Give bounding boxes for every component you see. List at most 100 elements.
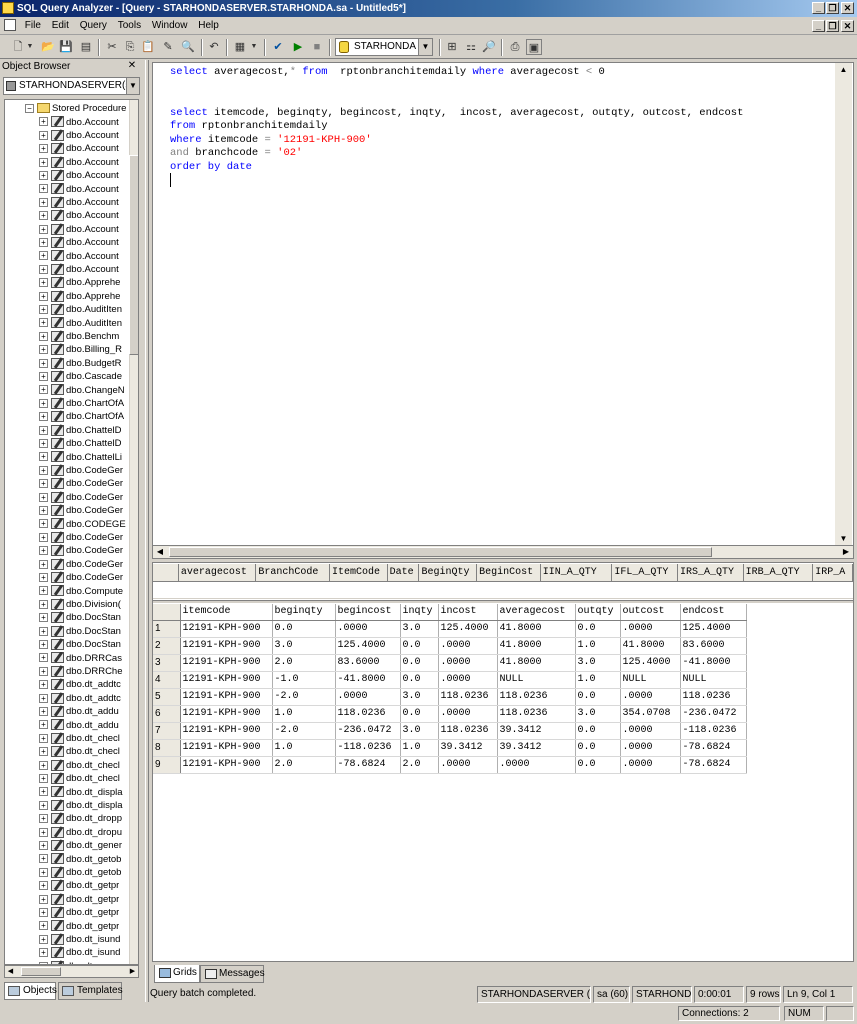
expand-icon[interactable]: + — [39, 144, 48, 154]
tree-item-stored-procedure[interactable]: + dbo.dt_getpr — [39, 920, 119, 933]
tree-item-stored-procedure[interactable]: + dbo.CodeGer — [39, 477, 123, 490]
expand-icon[interactable]: + — [39, 626, 48, 636]
collapse-icon[interactable]: − — [25, 103, 34, 113]
scroll-up-icon[interactable]: ▲ — [835, 63, 852, 77]
scroll-left-icon[interactable]: ◀ — [5, 966, 16, 977]
expand-icon[interactable]: + — [39, 238, 48, 248]
tree-item-stored-procedure[interactable]: + dbo.Account — [39, 156, 119, 169]
editor-horizontal-scrollbar[interactable]: ◀ ▶ — [152, 545, 854, 559]
expand-icon[interactable]: + — [39, 908, 48, 918]
tree-item-stored-procedure[interactable]: + dbo.Division( — [39, 598, 121, 611]
expand-icon[interactable]: + — [39, 894, 48, 904]
menu-tools[interactable]: Tools — [114, 17, 145, 35]
document-icon[interactable] — [4, 19, 16, 32]
tree-item-stored-procedure[interactable]: + dbo.dt_isund — [39, 946, 120, 959]
tree-item-stored-procedure[interactable]: + dbo.Apprehe — [39, 276, 120, 289]
tree-item-stored-procedure[interactable]: + dbo.ChangeN — [39, 384, 125, 397]
tree-item-stored-procedure[interactable]: + dbo.dt_displa — [39, 799, 123, 812]
expand-icon[interactable]: + — [39, 948, 48, 958]
grid1-column-header[interactable]: IIN_A_QTY — [540, 564, 613, 581]
tree-item-stored-procedure[interactable]: + dbo.Account — [39, 142, 119, 155]
query-editor[interactable]: select averagecost,* from rptonbranchite… — [152, 62, 854, 546]
expand-icon[interactable]: + — [39, 693, 48, 703]
tree-item-stored-procedure[interactable]: + dbo.DocStan — [39, 611, 121, 624]
grid1-column-header[interactable]: averagecost — [178, 564, 257, 581]
paste-icon[interactable]: 📋 — [140, 39, 156, 55]
object-browser-icon[interactable]: ⚏ — [463, 39, 479, 55]
tab-templates[interactable]: Templates — [58, 982, 123, 1000]
expand-icon[interactable]: + — [39, 345, 48, 355]
table-row[interactable]: 4 12191-KPH-900 -1.0 -41.8000 0.0.0000 NULL 1.… — [153, 671, 747, 690]
expand-icon[interactable]: + — [39, 532, 48, 542]
tree-item-stored-procedure[interactable]: + dbo.dt_getob — [39, 853, 121, 866]
expand-icon[interactable]: + — [39, 117, 48, 127]
expand-icon[interactable]: + — [39, 452, 48, 462]
grid1-column-header[interactable]: BeginCost — [477, 564, 541, 581]
tree-scrollbar-thumb[interactable] — [129, 155, 138, 355]
tree-item-stored-procedure[interactable]: + dbo.AuditIten — [39, 303, 122, 316]
tree-item-stored-procedure[interactable]: + dbo.AuditIten — [39, 317, 122, 330]
database-select[interactable]: STARHONDA ▼ — [335, 38, 433, 56]
row-number[interactable]: 7 — [153, 722, 181, 741]
close-button[interactable]: ✕ — [841, 2, 854, 14]
tree-item-stored-procedure[interactable]: + dbo.Account — [39, 209, 119, 222]
expand-icon[interactable]: + — [39, 372, 48, 382]
expand-icon[interactable]: + — [39, 171, 48, 181]
expand-icon[interactable]: + — [39, 586, 48, 596]
table-row[interactable]: 6 12191-KPH-900 1.0 118.0236 0.0.0000 118.023… — [153, 705, 747, 724]
expand-icon[interactable]: + — [39, 479, 48, 489]
parse-icon[interactable]: ✔ — [270, 39, 286, 55]
expand-icon[interactable]: + — [39, 197, 48, 207]
expand-icon[interactable]: + — [39, 867, 48, 877]
results-dropdown-icon[interactable]: ▼ — [250, 39, 258, 55]
tree-item-stored-procedure[interactable]: + dbo.Account — [39, 183, 119, 196]
row-number[interactable]: 5 — [153, 688, 181, 707]
tree-item-stored-procedure[interactable]: + dbo.DocStan — [39, 625, 121, 638]
expand-icon[interactable]: + — [39, 841, 48, 851]
chevron-down-icon[interactable]: ▼ — [126, 78, 139, 94]
tree-item-stored-procedure[interactable]: + dbo.Benchm — [39, 330, 119, 343]
tree-item-stored-procedure[interactable]: + dbo.DocStan — [39, 638, 121, 651]
table-row[interactable]: 2 12191-KPH-900 3.0 125.4000 0.0.0000 41.8000… — [153, 637, 747, 656]
expand-icon[interactable]: + — [39, 559, 48, 569]
table-row[interactable]: 1 12191-KPH-900 0.0.0000 3.0 125.4000 41.8000… — [153, 620, 747, 639]
tree-item-stored-procedure[interactable]: + dbo.CodeGer — [39, 571, 123, 584]
menu-query[interactable]: Query — [76, 17, 111, 35]
show-results-pane-icon[interactable]: ▣ — [526, 39, 542, 55]
tree-item-stored-procedure[interactable]: + dbo.Account — [39, 169, 119, 182]
expand-icon[interactable]: + — [39, 224, 48, 234]
tree-item-stored-procedure[interactable]: + dbo.dt_displa — [39, 786, 123, 799]
tree-item-stored-procedure[interactable]: + dbo.dt_getpr — [39, 879, 119, 892]
tree-item-stored-procedure[interactable]: + dbo.dt_getpr — [39, 906, 119, 919]
grid2-column-header[interactable]: incost — [438, 604, 498, 622]
expand-icon[interactable]: + — [39, 385, 48, 395]
tree-item-stored-procedure[interactable]: + dbo.dt_checl — [39, 759, 120, 772]
expand-icon[interactable]: + — [39, 760, 48, 770]
expand-icon[interactable]: + — [39, 519, 48, 529]
tree-item-stored-procedure[interactable]: + dbo.CODEGE — [39, 518, 126, 531]
tree-folder-stored-procedures[interactable]: − Stored Procedure — [25, 102, 126, 115]
new-dropdown-icon[interactable]: ▼ — [26, 39, 34, 55]
expand-icon[interactable]: + — [39, 278, 48, 288]
grid2-column-header[interactable]: inqty — [400, 604, 439, 622]
result-grid-2[interactable]: itemcode beginqty begincost inqty incost aver… — [153, 604, 747, 775]
expand-icon[interactable]: + — [39, 331, 48, 341]
row-number[interactable]: 9 — [153, 756, 181, 775]
open-icon[interactable]: 📂 — [40, 39, 56, 55]
tree-item-stored-procedure[interactable]: + dbo.DRRCas — [39, 652, 122, 665]
expand-icon[interactable]: + — [39, 733, 48, 743]
grid1-column-header[interactable]: IRB_A_QTY — [743, 564, 814, 581]
expand-icon[interactable]: + — [39, 439, 48, 449]
tree-item-stored-procedure[interactable]: + dbo.Account — [39, 129, 119, 142]
grid-divider[interactable] — [153, 600, 853, 603]
tree-item-stored-procedure[interactable]: + dbo.CodeGer — [39, 558, 123, 571]
chevron-down-icon[interactable]: ▼ — [418, 39, 432, 55]
cut-icon[interactable]: ✂ — [104, 39, 120, 55]
tree-item-stored-procedure[interactable]: + dbo.dt_addtc — [39, 692, 121, 705]
tree-horizontal-thumb[interactable] — [21, 967, 61, 976]
expand-icon[interactable]: + — [39, 398, 48, 408]
corner-cell[interactable] — [153, 604, 181, 622]
tree-item-stored-procedure[interactable]: + dbo.dt_checl — [39, 732, 120, 745]
expand-icon[interactable]: + — [39, 613, 48, 623]
tree-item-stored-procedure[interactable]: + dbo.CodeGer — [39, 531, 123, 544]
